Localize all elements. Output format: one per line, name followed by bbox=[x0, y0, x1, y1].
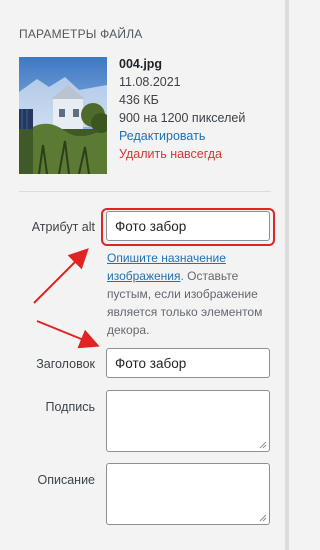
annotation-arrows bbox=[33, 248, 100, 349]
arrow-to-alt bbox=[33, 248, 89, 304]
arrow-to-title bbox=[36, 320, 100, 349]
